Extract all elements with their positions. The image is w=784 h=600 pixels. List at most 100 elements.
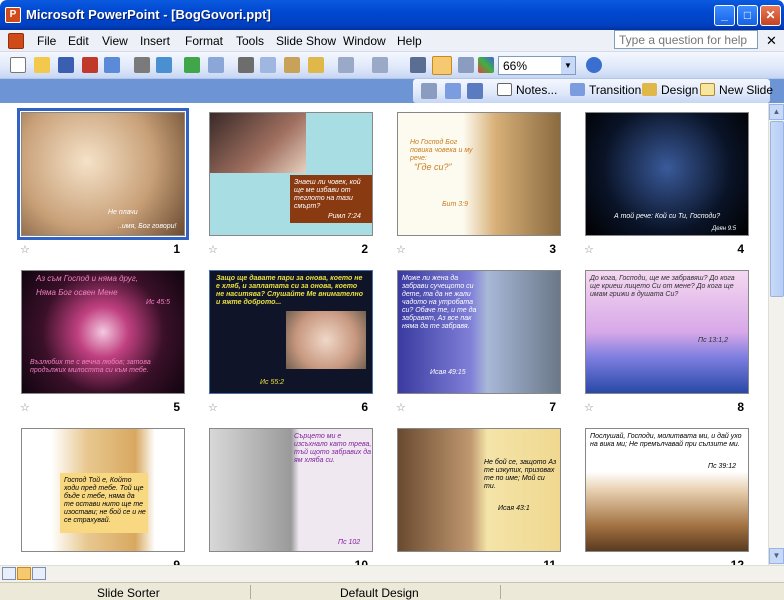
research-icon[interactable] bbox=[208, 57, 224, 73]
slide-number: 7 bbox=[549, 400, 556, 414]
slide-number: 1 bbox=[173, 242, 180, 256]
new-slide-button[interactable]: New Slide bbox=[700, 83, 773, 97]
slide-thumbnail-11[interactable]: Не бой се, защото Аз те изкупих, призова… bbox=[397, 428, 561, 552]
notes-icon bbox=[497, 83, 512, 96]
slide-show-view-icon[interactable] bbox=[32, 567, 46, 580]
slide-transition-icon[interactable]: ☆ bbox=[20, 243, 30, 256]
slide-sorter-view-icon[interactable] bbox=[17, 567, 31, 580]
slide-number: 4 bbox=[737, 242, 744, 256]
slide-thumbnail-10[interactable]: Сърцето ми е изсъхнало като трева, тъй щ… bbox=[209, 428, 373, 552]
window-title: Microsoft PowerPoint - [BogGovori.ppt] bbox=[26, 7, 271, 22]
status-bar: Slide Sorter Default Design bbox=[0, 582, 784, 600]
summary-slide-icon[interactable] bbox=[445, 83, 461, 99]
slide-thumbnail-9[interactable]: Господ Той е, Който ходи пред тебе. Той … bbox=[21, 428, 185, 552]
transition-label: Transition bbox=[589, 83, 642, 97]
spelling-icon[interactable] bbox=[184, 57, 200, 73]
slide-7-ref: Исая 49:15 bbox=[430, 369, 466, 376]
slide-10-text: Сърцето ми е изсъхнало като трева, тъй щ… bbox=[294, 433, 372, 464]
menu-help[interactable]: Help bbox=[397, 34, 422, 48]
transition-button[interactable]: Transition bbox=[570, 83, 641, 97]
menu-edit[interactable]: Edit bbox=[68, 34, 89, 48]
show-formatting-icon[interactable] bbox=[432, 56, 452, 75]
slide-thumbnail-8[interactable]: До кога, Господи, ще ме забравяш? До ког… bbox=[585, 270, 749, 394]
slide-6-ref: Ис 55:2 bbox=[260, 379, 285, 386]
document-icon[interactable] bbox=[8, 33, 24, 49]
scroll-thumb[interactable] bbox=[770, 121, 784, 297]
permission-icon[interactable] bbox=[82, 57, 98, 73]
menu-file[interactable]: File bbox=[37, 34, 56, 48]
slide-8-text: До кога, Господи, ще ме забравяш? До ког… bbox=[590, 275, 735, 298]
slide-transition-icon[interactable]: ☆ bbox=[396, 243, 406, 256]
menu-window[interactable]: Window bbox=[343, 34, 386, 48]
redo-icon[interactable] bbox=[372, 57, 388, 73]
print-icon[interactable] bbox=[134, 57, 150, 73]
title-bar: P Microsoft PowerPoint - [BogGovori.ppt]… bbox=[0, 0, 784, 30]
slide-5-text-b: Няма Бог освен Мене bbox=[36, 288, 118, 297]
open-icon[interactable] bbox=[34, 57, 50, 73]
menu-tools[interactable]: Tools bbox=[236, 34, 264, 48]
slide-3-ref: Бит 3:9 bbox=[442, 201, 468, 208]
slide-transition-icon[interactable]: ☆ bbox=[584, 243, 594, 256]
new-icon[interactable] bbox=[10, 57, 26, 73]
menu-insert[interactable]: Insert bbox=[140, 34, 170, 48]
slide-number: 6 bbox=[361, 400, 368, 414]
menu-view[interactable]: View bbox=[102, 34, 128, 48]
help-search-input[interactable]: Type a question for help bbox=[614, 30, 758, 49]
status-view: Slide Sorter bbox=[97, 586, 160, 600]
scroll-down-icon[interactable]: ▼ bbox=[769, 548, 784, 564]
format-painter-icon[interactable] bbox=[308, 57, 324, 73]
minimize-button[interactable]: _ bbox=[714, 5, 735, 26]
transition-icon bbox=[570, 83, 585, 96]
slide-thumbnail-3[interactable]: Но Господ Бог повика човека и му рече: “… bbox=[397, 112, 561, 236]
slide-transition-icon[interactable]: ☆ bbox=[584, 401, 594, 414]
slide-transition-icon[interactable]: ☆ bbox=[20, 401, 30, 414]
slide-thumbnail-6[interactable]: Защо ще давате пари за онова, което не е… bbox=[209, 270, 373, 394]
zoom-value: 66% bbox=[503, 59, 528, 73]
document-close-icon[interactable]: ✕ bbox=[766, 33, 777, 49]
vertical-scrollbar[interactable]: ▲ ▼ bbox=[768, 103, 784, 565]
help-icon[interactable] bbox=[586, 57, 602, 73]
chevron-down-icon[interactable]: ▼ bbox=[561, 57, 575, 74]
slide-number: 2 bbox=[361, 242, 368, 256]
menu-format[interactable]: Format bbox=[185, 34, 223, 48]
close-button[interactable]: ✕ bbox=[760, 5, 781, 26]
powerpoint-app-icon[interactable]: P bbox=[5, 7, 21, 23]
paste-icon[interactable] bbox=[284, 57, 300, 73]
slide-11-ref: Исая 43:1 bbox=[498, 505, 530, 512]
slide-thumbnail-5[interactable]: Аз съм Господ и няма друг, Няма Бог осве… bbox=[21, 270, 185, 394]
horizontal-scrollbar[interactable] bbox=[0, 565, 784, 582]
slide-thumbnail-4[interactable]: А той рече: Кой си Ти, Господи? Деян 9:5 bbox=[585, 112, 749, 236]
slide-thumbnail-1[interactable]: Не плачи ..имя, Бог говори! bbox=[17, 108, 189, 240]
slide-11-text: Не бой се, защото Аз те изкупих, призова… bbox=[484, 459, 557, 490]
slide-thumbnail-2[interactable]: Знаеш ли човек, кой ще ме избави от тегл… bbox=[209, 112, 373, 236]
zoom-select[interactable]: 66% ▼ bbox=[498, 56, 576, 75]
menu-slide-show[interactable]: Slide Show bbox=[276, 34, 336, 48]
scroll-up-icon[interactable]: ▲ bbox=[769, 104, 784, 120]
print-preview-icon[interactable] bbox=[156, 57, 172, 73]
undo-icon[interactable] bbox=[338, 57, 354, 73]
slide-number: 8 bbox=[737, 400, 744, 414]
slide-5-text-d: Възлюбих те с вечна любов; затова продъл… bbox=[30, 359, 151, 374]
notes-button[interactable]: Notes... bbox=[497, 83, 557, 97]
cut-icon[interactable] bbox=[238, 57, 254, 73]
slide-7-text: Може ли жена да забрави сучещото си дете… bbox=[402, 275, 477, 330]
grid-icon[interactable] bbox=[458, 57, 474, 73]
slide-10-ref: Пс 102 bbox=[338, 539, 361, 546]
maximize-button[interactable]: □ bbox=[737, 5, 758, 26]
slide-transition-icon[interactable]: ☆ bbox=[396, 401, 406, 414]
design-button[interactable]: Design bbox=[642, 83, 698, 97]
slide-3-quote: “Где си?” bbox=[414, 162, 452, 172]
email-icon[interactable] bbox=[104, 57, 120, 73]
slide-thumbnail-7[interactable]: Може ли жена да забрави сучещото си дете… bbox=[397, 270, 561, 394]
slide-transition-icon[interactable]: ☆ bbox=[208, 243, 218, 256]
speaker-notes-icon[interactable] bbox=[467, 83, 483, 99]
hide-slide-icon[interactable] bbox=[421, 83, 437, 99]
expand-all-icon[interactable] bbox=[410, 57, 426, 73]
slide-thumbnail-12[interactable]: Послушай, Господи, молитвата ми, и дай у… bbox=[585, 428, 749, 552]
save-icon[interactable] bbox=[58, 57, 74, 73]
normal-view-icon[interactable] bbox=[2, 567, 16, 580]
copy-icon[interactable] bbox=[260, 57, 276, 73]
slide-transition-icon[interactable]: ☆ bbox=[208, 401, 218, 414]
notes-label: Notes... bbox=[516, 83, 558, 97]
color-grayscale-icon[interactable] bbox=[478, 57, 494, 73]
